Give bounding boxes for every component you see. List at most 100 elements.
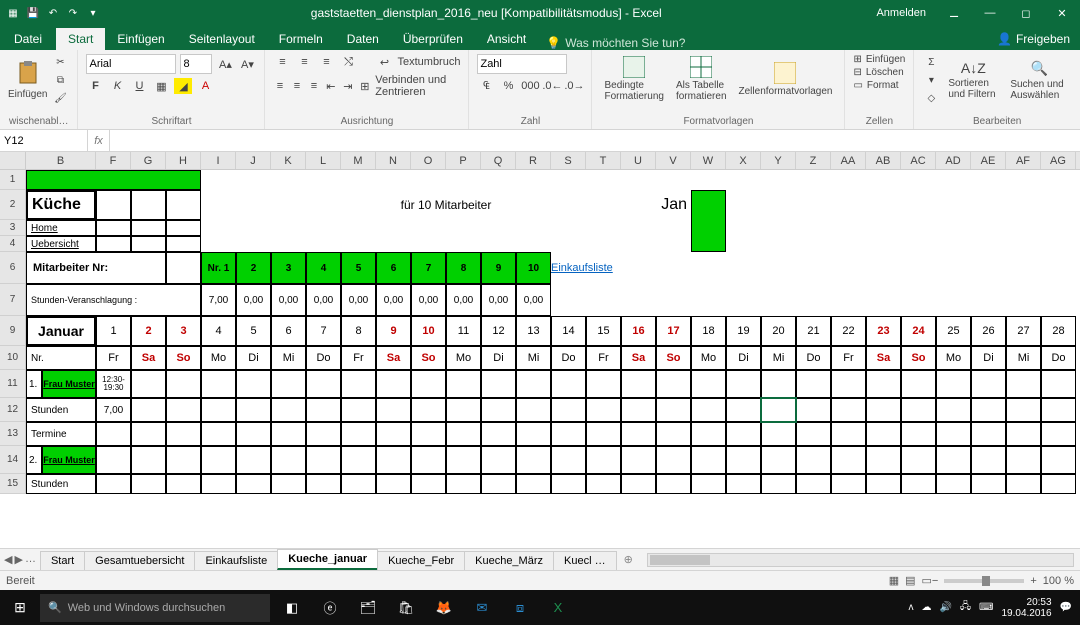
- cell[interactable]: 4: [306, 252, 341, 284]
- save-icon[interactable]: 💾: [26, 6, 40, 20]
- cell[interactable]: [691, 474, 726, 494]
- font-size-input[interactable]: [180, 54, 212, 74]
- view-page-icon[interactable]: ▤: [905, 574, 915, 587]
- row-header[interactable]: 9: [0, 316, 25, 346]
- indent-dec-icon[interactable]: ⇤: [324, 78, 337, 94]
- fx-icon[interactable]: fx: [88, 130, 110, 151]
- cell[interactable]: [586, 422, 621, 446]
- cell[interactable]: [796, 474, 831, 494]
- cell[interactable]: Mi: [271, 346, 306, 370]
- cell[interactable]: [131, 398, 166, 422]
- start-button[interactable]: ⊞: [0, 590, 40, 625]
- font-name-input[interactable]: [86, 54, 176, 74]
- cell[interactable]: [376, 398, 411, 422]
- cell[interactable]: [866, 398, 901, 422]
- cell[interactable]: [26, 170, 201, 190]
- cell[interactable]: [411, 446, 446, 474]
- cell[interactable]: [901, 474, 936, 494]
- cell[interactable]: [341, 398, 376, 422]
- cell[interactable]: [201, 422, 236, 446]
- cell[interactable]: Küche: [26, 190, 96, 220]
- cell[interactable]: [971, 474, 1006, 494]
- cell[interactable]: Frau Muster: [42, 446, 96, 474]
- sheet-tab[interactable]: Einkaufsliste: [194, 551, 278, 570]
- cell[interactable]: [236, 422, 271, 446]
- merge-label[interactable]: Verbinden und Zentrieren: [375, 74, 460, 98]
- cell[interactable]: 12: [481, 316, 516, 346]
- undo-icon[interactable]: ↶: [46, 6, 60, 20]
- cell[interactable]: [831, 398, 866, 422]
- cell[interactable]: [376, 422, 411, 446]
- cell[interactable]: [341, 422, 376, 446]
- cell[interactable]: 0,00: [341, 284, 376, 316]
- tray-up-icon[interactable]: ʌ: [908, 602, 913, 613]
- delete-cells-button[interactable]: ⊟Löschen: [853, 67, 905, 78]
- col-header[interactable]: R: [516, 152, 551, 169]
- tab-layout[interactable]: Seitenlayout: [177, 28, 267, 50]
- formula-input[interactable]: [110, 130, 1080, 151]
- cell[interactable]: [586, 370, 621, 398]
- sheet-tab[interactable]: Gesamtuebersicht: [84, 551, 195, 570]
- cell[interactable]: Di: [236, 346, 271, 370]
- cell[interactable]: [796, 446, 831, 474]
- cell[interactable]: [551, 422, 586, 446]
- zoom-slider[interactable]: [944, 579, 1024, 583]
- cell[interactable]: [446, 398, 481, 422]
- cell[interactable]: 8: [446, 252, 481, 284]
- align-bottom-icon[interactable]: ≡: [317, 54, 335, 70]
- merge-icon[interactable]: ⊞: [358, 78, 371, 94]
- cell[interactable]: 5: [236, 316, 271, 346]
- cell[interactable]: [236, 370, 271, 398]
- cell[interactable]: So: [411, 346, 446, 370]
- col-header[interactable]: V: [656, 152, 691, 169]
- borders-icon[interactable]: ▦: [152, 78, 170, 94]
- signin-link[interactable]: Anmelden: [866, 7, 936, 19]
- sheet-nav-more-icon[interactable]: …: [25, 553, 36, 566]
- sheet-tab[interactable]: Start: [40, 551, 85, 570]
- cell[interactable]: [131, 422, 166, 446]
- row-header[interactable]: 11: [0, 370, 25, 398]
- cell[interactable]: Mo: [936, 346, 971, 370]
- maximize-icon[interactable]: ◻: [1008, 0, 1044, 26]
- col-header[interactable]: T: [586, 152, 621, 169]
- bold-button[interactable]: F: [86, 78, 104, 94]
- cell[interactable]: [516, 370, 551, 398]
- clock[interactable]: 20:53 19.04.2016: [1001, 597, 1051, 619]
- format-painter-icon[interactable]: 🖌: [51, 90, 69, 106]
- row-header[interactable]: 12: [0, 398, 25, 422]
- row-header[interactable]: 4: [0, 236, 25, 252]
- cell[interactable]: 0,00: [271, 284, 306, 316]
- cell[interactable]: [936, 422, 971, 446]
- cell[interactable]: 6: [376, 252, 411, 284]
- cell[interactable]: [166, 190, 201, 220]
- cell[interactable]: für 10 Mitarbeiter: [201, 190, 691, 220]
- excel-taskbar-icon[interactable]: X: [540, 590, 576, 625]
- cell[interactable]: Di: [481, 346, 516, 370]
- cell[interactable]: Di: [971, 346, 1006, 370]
- col-header[interactable]: Y: [761, 152, 796, 169]
- italic-button[interactable]: K: [108, 78, 126, 94]
- cell[interactable]: [761, 370, 796, 398]
- cell[interactable]: 0,00: [411, 284, 446, 316]
- cell[interactable]: 7,00: [96, 398, 131, 422]
- cell[interactable]: Mi: [1006, 346, 1041, 370]
- row-header[interactable]: 3: [0, 220, 25, 236]
- cell[interactable]: [236, 398, 271, 422]
- cell[interactable]: [726, 474, 761, 494]
- cell[interactable]: [1041, 446, 1076, 474]
- cell[interactable]: [691, 398, 726, 422]
- cell[interactable]: [411, 422, 446, 446]
- col-header[interactable]: B: [26, 152, 96, 169]
- cell[interactable]: [621, 370, 656, 398]
- cell[interactable]: [831, 446, 866, 474]
- cell[interactable]: Mitarbeiter Nr:: [26, 252, 166, 284]
- col-header[interactable]: H: [166, 152, 201, 169]
- cell[interactable]: [516, 422, 551, 446]
- cell[interactable]: [551, 474, 586, 494]
- cell[interactable]: [306, 446, 341, 474]
- cell[interactable]: [1041, 398, 1076, 422]
- cell[interactable]: [481, 474, 516, 494]
- cell[interactable]: Nr. 1: [201, 252, 236, 284]
- cell[interactable]: [691, 446, 726, 474]
- cell[interactable]: [516, 446, 551, 474]
